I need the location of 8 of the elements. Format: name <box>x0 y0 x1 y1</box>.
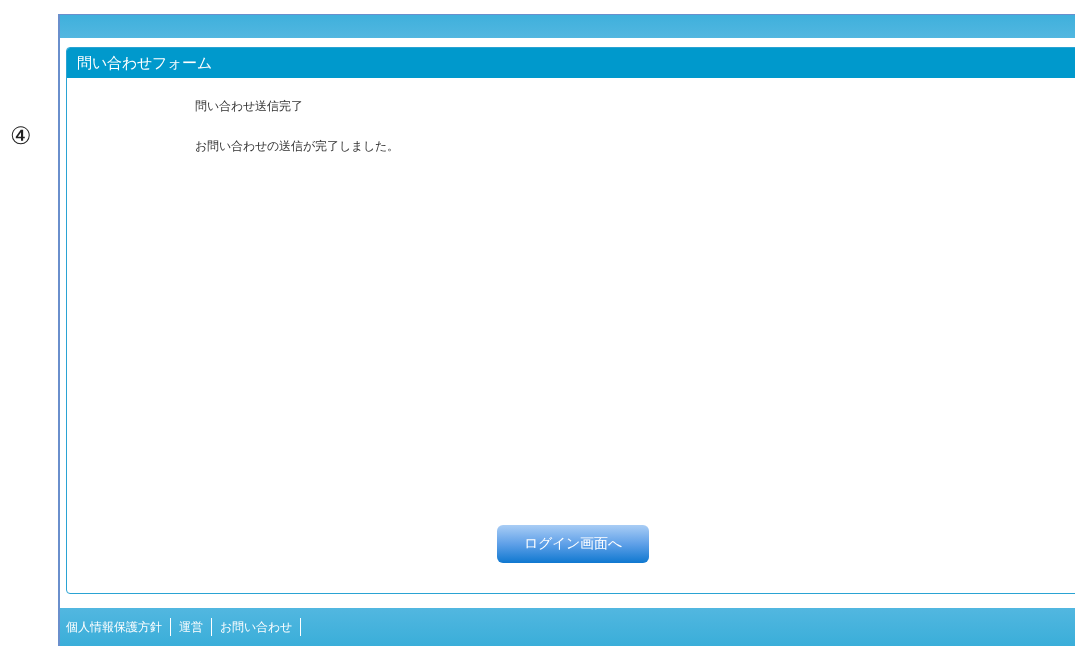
footer-link[interactable]: お問い合わせ <box>220 618 301 636</box>
panel-title: 問い合わせフォーム <box>67 48 1075 78</box>
footer-link[interactable]: 運営 <box>179 618 212 636</box>
login-screen-button[interactable]: ログイン画面へ <box>497 525 649 563</box>
footer-link[interactable]: 個人情報保護方針 <box>66 618 171 636</box>
message-text: 問い合わせ送信完了 <box>195 98 304 114</box>
figure-label: ④ <box>10 122 33 150</box>
message-text: お問い合わせの送信が完了しました。 <box>195 138 400 154</box>
